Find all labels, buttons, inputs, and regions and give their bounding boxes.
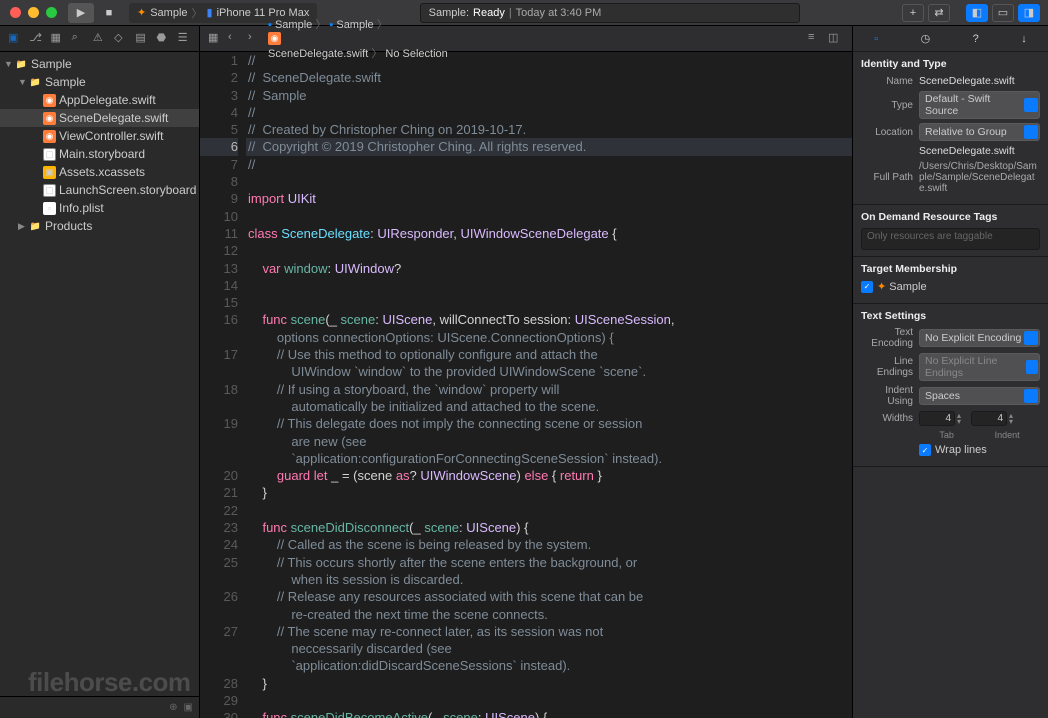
history-inspector-icon[interactable]: ◷: [921, 32, 931, 45]
editor-options-icon[interactable]: ≡: [808, 31, 824, 47]
tree-item-sample[interactable]: ▼📁Sample: [0, 55, 199, 73]
navigator-tabs: ▣ ⎇ ▦ ⌕ ⚠ ◇ ▤ ⬣ ☰: [0, 26, 199, 52]
file-name-value[interactable]: SceneDelegate.swift: [919, 75, 1040, 87]
full-path-value: /Users/Chris/Desktop/Sample/Sample/Scene…: [919, 161, 1040, 194]
type-dropdown[interactable]: Default - Swift Source: [919, 91, 1040, 119]
editor-area: ▦ ‹ › ▪ Sample 〉 ▪ Sample 〉 ◉ SceneDeleg…: [200, 26, 852, 718]
tree-item-assets-xcassets[interactable]: ▣Assets.xcassets: [0, 163, 199, 181]
symbol-icon[interactable]: ▦: [50, 31, 63, 47]
find-icon[interactable]: ⌕: [72, 31, 85, 47]
breakpoint-icon[interactable]: ⬣: [157, 31, 170, 47]
identity-section-title: Identity and Type: [861, 58, 1040, 70]
file-tree[interactable]: ▼📁Sample▼📁Sample◉AppDelegate.swift◉Scene…: [0, 52, 199, 696]
scheme-name: Sample: [150, 7, 187, 19]
related-items-icon[interactable]: ▦: [208, 31, 224, 47]
navigator-filter[interactable]: ⊕▣: [0, 696, 199, 718]
file-inspector-icon[interactable]: ▫: [874, 33, 878, 45]
issue-icon[interactable]: ⚠: [93, 31, 106, 47]
wrap-checkbox[interactable]: ✓: [919, 444, 931, 456]
jump-bar[interactable]: ▦ ‹ › ▪ Sample 〉 ▪ Sample 〉 ◉ SceneDeleg…: [200, 26, 852, 52]
window-controls: [0, 7, 67, 18]
encoding-dropdown[interactable]: No Explicit Encoding: [919, 329, 1040, 347]
back-icon[interactable]: ‹: [228, 31, 244, 47]
help-inspector-icon[interactable]: ?: [973, 33, 979, 45]
source-control-icon[interactable]: ⎇: [29, 31, 42, 47]
watermark: filehorse.com: [28, 667, 191, 698]
indent-width-stepper[interactable]: 4▴▾: [971, 411, 1013, 426]
tree-item-info-plist[interactable]: ▫Info.plist: [0, 199, 199, 217]
toggle-inspector-button[interactable]: ◨: [1018, 4, 1040, 22]
forward-icon[interactable]: ›: [248, 31, 264, 47]
inspector-tabs: ▫ ◷ ? ↓: [853, 26, 1048, 52]
activity-status: Sample: Ready | Today at 3:40 PM: [420, 3, 800, 23]
navigator-panel: ▣ ⎇ ▦ ⌕ ⚠ ◇ ▤ ⬣ ☰ ▼📁Sample▼📁Sample◉AppDe…: [0, 26, 200, 718]
attributes-inspector-icon[interactable]: ↓: [1021, 33, 1027, 45]
tree-item-sample[interactable]: ▼📁Sample: [0, 73, 199, 91]
toggle-navigator-button[interactable]: ◧: [966, 4, 988, 22]
line-gutter[interactable]: 1234567891011121314151617181920212223242…: [200, 52, 246, 718]
run-button[interactable]: ▶: [68, 3, 94, 23]
tree-item-appdelegate-swift[interactable]: ◉AppDelegate.swift: [0, 91, 199, 109]
tree-item-products[interactable]: ▶📁Products: [0, 217, 199, 235]
minimize-window-button[interactable]: [28, 7, 39, 18]
toggle-debug-button[interactable]: ▭: [992, 4, 1014, 22]
report-icon[interactable]: ☰: [178, 31, 191, 47]
line-endings-dropdown[interactable]: No Explicit Line Endings: [919, 353, 1040, 381]
tree-item-scenedelegate-swift[interactable]: ◉SceneDelegate.swift: [0, 109, 199, 127]
project-navigator-icon[interactable]: ▣: [8, 31, 21, 47]
tree-item-main-storyboard[interactable]: ▢Main.storyboard: [0, 145, 199, 163]
add-button[interactable]: +: [902, 4, 924, 22]
debug-icon[interactable]: ▤: [135, 31, 148, 47]
toolbar-right: + ⇄ ◧ ▭ ◨: [902, 4, 1040, 22]
inspector-panel: ▫ ◷ ? ↓ Identity and Type NameSceneDeleg…: [852, 26, 1048, 718]
code-review-button[interactable]: ⇄: [928, 4, 950, 22]
close-window-button[interactable]: [10, 7, 21, 18]
source-editor[interactable]: //// SceneDelegate.swift// Sample//// Cr…: [246, 52, 852, 718]
zoom-window-button[interactable]: [46, 7, 57, 18]
indent-dropdown[interactable]: Spaces: [919, 387, 1040, 405]
test-icon[interactable]: ◇: [114, 31, 127, 47]
add-editor-icon[interactable]: ◫: [828, 31, 844, 47]
target-membership-row[interactable]: ✓✦ Sample: [861, 280, 1040, 293]
odr-tags-field[interactable]: Only resources are taggable: [861, 228, 1040, 250]
location-dropdown[interactable]: Relative to Group: [919, 123, 1040, 141]
titlebar: ▶ ■ ✦ Sample 〉 ▮ iPhone 11 Pro Max Sampl…: [0, 0, 1048, 26]
tree-item-viewcontroller-swift[interactable]: ◉ViewController.swift: [0, 127, 199, 145]
tab-width-stepper[interactable]: 4▴▾: [919, 411, 961, 426]
checkbox-icon[interactable]: ✓: [861, 281, 873, 293]
tree-item-launchscreen-storyboard[interactable]: ▢LaunchScreen.storyboard: [0, 181, 199, 199]
stop-button[interactable]: ■: [96, 3, 122, 23]
